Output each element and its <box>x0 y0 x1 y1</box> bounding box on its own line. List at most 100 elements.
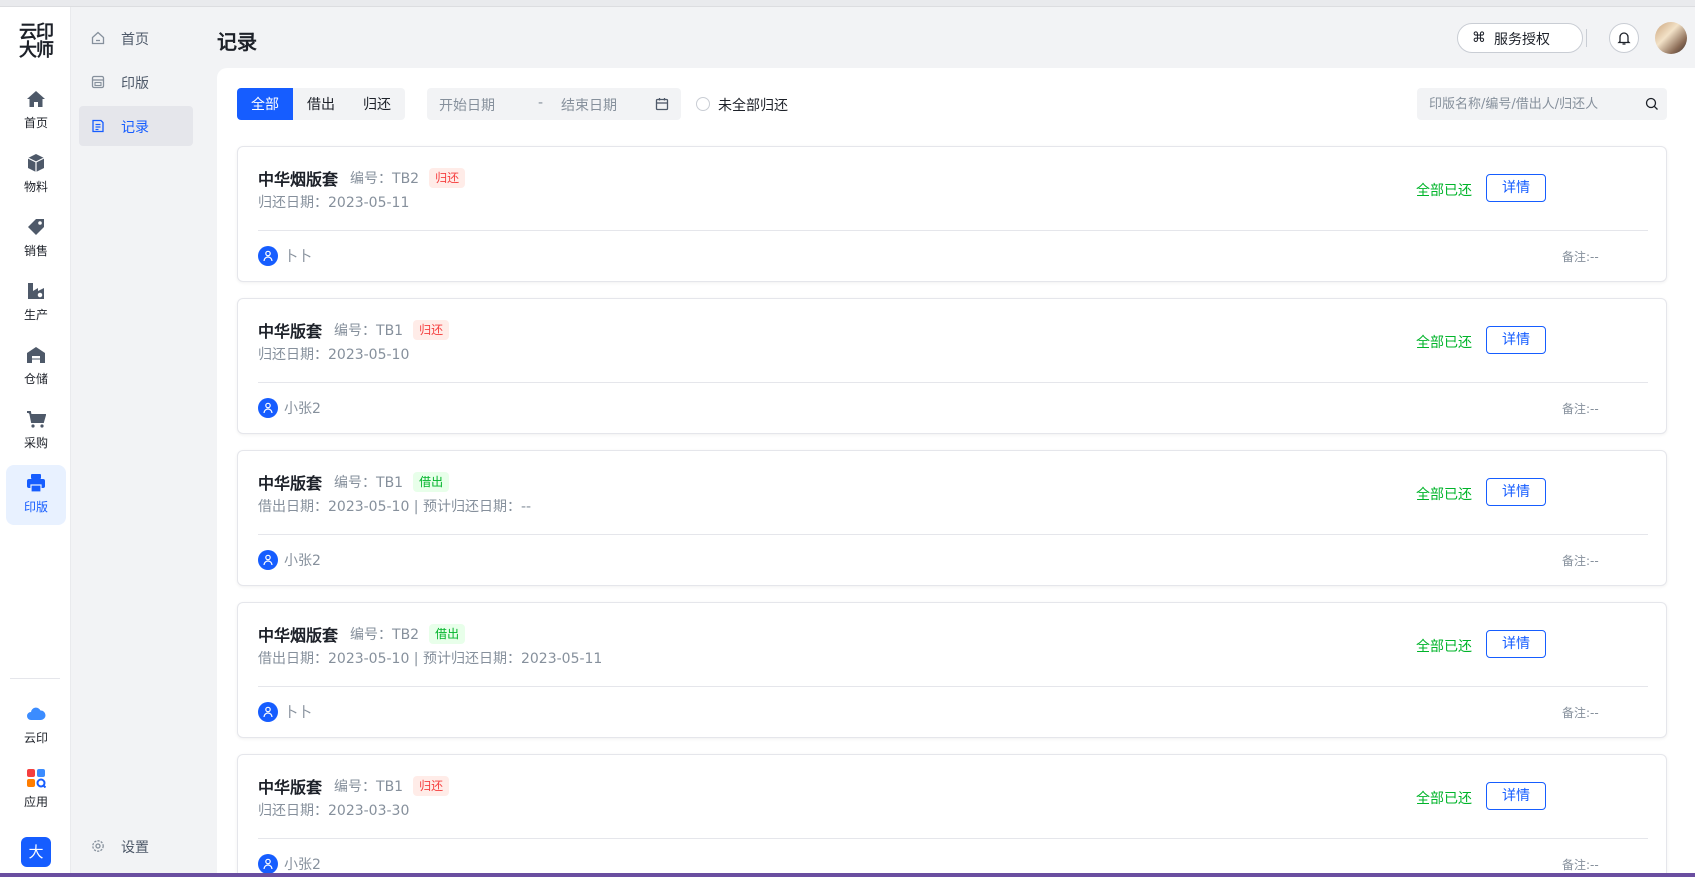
detail-button[interactable]: 详情 <box>1486 782 1546 810</box>
record-code: 编号：TB2 <box>350 171 420 187</box>
detail-button[interactable]: 详情 <box>1486 174 1546 202</box>
record-type-tag: 借出 <box>429 624 466 644</box>
record-status: 全部已还 <box>1416 183 1472 199</box>
window-top-border <box>0 0 1695 7</box>
apps-icon <box>26 768 47 789</box>
record-user: 卜卜 <box>284 705 312 721</box>
search-icon[interactable] <box>1645 97 1659 115</box>
subnav-item-records[interactable]: 记录 <box>79 106 193 146</box>
not-fully-returned-radio[interactable] <box>696 97 710 111</box>
record-icon <box>91 119 105 133</box>
record-date: 借出日期：2023-05-10 | 预计归还日期：-- <box>258 499 532 515</box>
type-segmented-control: 全部 借出 归还 <box>237 88 405 120</box>
record-code: 编号：TB1 <box>334 779 404 795</box>
record-name: 中华版套 <box>258 778 323 797</box>
record-title-row: 中华版套 编号：TB1 归还 <box>258 775 450 797</box>
segment-borrow[interactable]: 借出 <box>293 88 349 120</box>
cart-icon <box>26 409 47 429</box>
rail-label: 销售 <box>23 244 48 258</box>
record-divider <box>258 534 1648 535</box>
rail-divider <box>10 678 60 679</box>
record-date: 归还日期：2023-05-11 <box>258 195 410 211</box>
gear-icon <box>91 839 105 853</box>
record-type-tag: 借出 <box>413 472 450 492</box>
record-card: 中华烟版套 编号：TB2 归还归还日期：2023-05-11 全部已还 详情卜卜 备注:-… <box>237 146 1667 282</box>
tag-icon <box>26 217 46 237</box>
rail-label: 采购 <box>23 436 48 450</box>
service-auth-button[interactable]: ⌘ 服务授权 <box>1457 23 1583 53</box>
user-icon <box>258 854 278 874</box>
record-note: 备注:-- <box>1562 858 1599 872</box>
user-icon <box>258 398 278 418</box>
start-date-field[interactable]: 开始日期 <box>439 95 495 115</box>
service-auth-label: 服务授权 <box>1494 32 1550 48</box>
secondary-sidebar: 首页 印版 记录 设置 <box>71 7 217 877</box>
subnav-item-plates[interactable]: 印版 <box>79 62 193 102</box>
detail-button[interactable]: 详情 <box>1486 630 1546 658</box>
subnav-item-home[interactable]: 首页 <box>79 18 193 58</box>
workspace-avatar[interactable]: 大 <box>21 837 51 867</box>
record-title-row: 中华版套 编号：TB1 归还 <box>258 319 450 341</box>
factory-icon <box>26 281 46 301</box>
record-type-tag: 归还 <box>413 320 450 340</box>
rail-label: 印版 <box>23 500 48 514</box>
record-note: 备注:-- <box>1562 250 1599 264</box>
logo-line-2: 大师 <box>19 40 54 61</box>
page-title: 记录 <box>217 30 257 54</box>
rail-item-purchase[interactable]: 采购 <box>6 401 66 461</box>
record-user: 卜卜 <box>284 249 312 265</box>
record-type-tag: 归还 <box>429 168 466 188</box>
rail-item-warehouse[interactable]: 仓储 <box>6 337 66 397</box>
search-input[interactable] <box>1417 88 1637 120</box>
plate-icon <box>91 75 105 89</box>
notification-button[interactable] <box>1609 23 1639 53</box>
main-rail: 云印 大师 首页 物料 销售 生产 仓储 采购 印版 云印 应用 大 <box>0 7 71 877</box>
date-range-picker[interactable]: 开始日期 - 结束日期 <box>427 88 681 120</box>
record-name: 中华版套 <box>258 322 323 341</box>
record-card: 中华版套 编号：TB1 归还 归还日期：2023-05-10 全部已还 详情 小张2 备注:-… <box>237 298 1667 434</box>
segment-return[interactable]: 归还 <box>349 88 405 120</box>
rail-item-apps[interactable]: 应用 <box>6 760 66 820</box>
user-icon <box>258 702 278 722</box>
rail-item-plates[interactable]: 印版 <box>6 465 66 525</box>
record-note: 备注:-- <box>1562 554 1599 568</box>
rail-item-materials[interactable]: 物料 <box>6 145 66 205</box>
subnav-item-settings[interactable]: 设置 <box>79 826 193 866</box>
record-card: 中华版套 编号：TB1 归还 归还日期：2023-03-30 全部已还 详情 小张2 备注:-… <box>237 754 1667 877</box>
record-user: 小张2 <box>284 401 321 417</box>
segment-all[interactable]: 全部 <box>237 88 293 120</box>
record-user: 小张2 <box>284 553 321 569</box>
box-icon <box>26 153 46 173</box>
detail-button[interactable]: 详情 <box>1486 478 1546 506</box>
record-status: 全部已还 <box>1416 335 1472 351</box>
detail-button[interactable]: 详情 <box>1486 326 1546 354</box>
header-separator <box>1586 29 1587 47</box>
calendar-icon <box>655 97 669 115</box>
record-divider <box>258 686 1648 687</box>
user-avatar[interactable] <box>1655 22 1687 54</box>
end-date-field[interactable]: 结束日期 <box>561 95 617 115</box>
records-panel: 全部 借出 归还 开始日期 - 结束日期 未全部归还 中华烟版套编号：TB2归还… <box>217 68 1695 877</box>
record-title-row: 中华烟版套 编号：TB2 归还 <box>258 167 466 189</box>
rail-item-sales[interactable]: 销售 <box>6 209 66 269</box>
record-name: 中华烟版套 <box>258 626 339 645</box>
rail-item-production[interactable]: 生产 <box>6 273 66 333</box>
record-code: 编号：TB1 <box>334 323 404 339</box>
record-note: 备注:-- <box>1562 402 1599 416</box>
app-logo: 云印 大师 <box>12 24 60 60</box>
bell-icon <box>1617 32 1631 45</box>
subnav-label: 印版 <box>121 76 149 92</box>
rail-label: 应用 <box>23 795 48 809</box>
record-divider <box>258 382 1648 383</box>
record-name: 中华烟版套 <box>258 170 339 189</box>
record-date: 借出日期：2023-05-10 | 预计归还日期：2023-05-11 <box>258 651 603 667</box>
rail-item-cloud[interactable]: 云印 <box>6 696 66 756</box>
rail-label: 云印 <box>23 731 48 745</box>
window-bottom-border <box>0 873 1695 877</box>
record-type-tag: 归还 <box>413 776 450 796</box>
rail-label: 首页 <box>23 116 48 130</box>
user-icon <box>258 246 278 266</box>
record-card: 中华版套 编号：TB1 借出 借出日期：2023-05-10 | 预计归还日期：-- 全… <box>237 450 1667 586</box>
radio-label: 未全部归还 <box>718 98 788 114</box>
rail-item-home[interactable]: 首页 <box>6 81 66 141</box>
